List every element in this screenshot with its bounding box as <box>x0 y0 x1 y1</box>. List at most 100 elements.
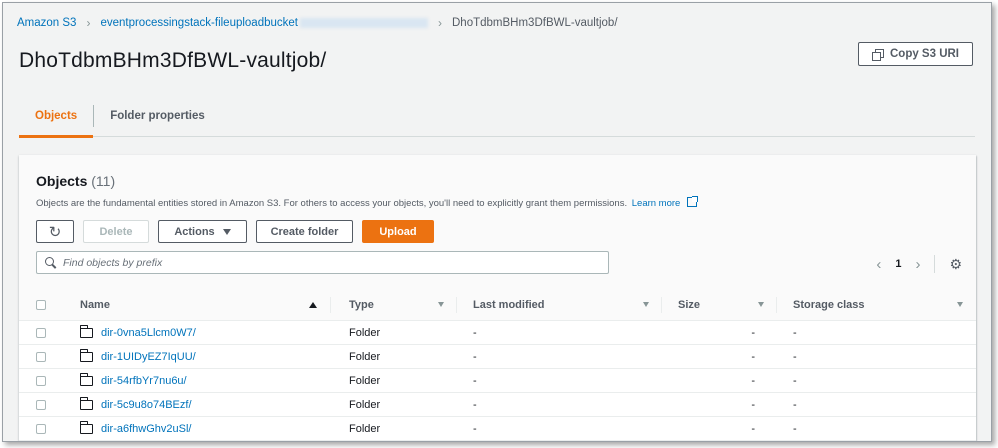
row-checkbox[interactable] <box>36 375 46 386</box>
breadcrumb-current: DhoTdbmBHm3DfBWL-vaultjob/ <box>452 17 618 29</box>
select-all-cell <box>19 288 68 321</box>
tab-folder-properties[interactable]: Folder properties <box>94 95 221 137</box>
folder-link[interactable]: dir-1UIDyEZ7IqUU/ <box>79 348 196 363</box>
folder-icon <box>79 372 93 386</box>
objects-heading-label: Objects <box>36 173 88 189</box>
size-cell: - <box>751 374 755 387</box>
folder-name: dir-a6fhwGhv2uSl/ <box>101 422 192 435</box>
chevron-right-icon: › <box>438 16 442 30</box>
row-select-cell <box>19 417 68 441</box>
tab-objects[interactable]: Objects <box>19 95 94 138</box>
storage-class-cell: - <box>793 350 797 363</box>
folder-icon <box>79 396 93 410</box>
row-select-cell <box>19 393 68 417</box>
table-header: Name Type Last modified Size Storage cla… <box>19 288 976 321</box>
actions-label: Actions <box>174 225 215 238</box>
sort-icon <box>438 302 444 307</box>
last-modified-cell: - <box>473 398 477 411</box>
folder-link[interactable]: dir-0vna5Llcm0W7/ <box>79 324 196 339</box>
size-cell: - <box>751 422 755 435</box>
external-link-icon <box>686 196 698 207</box>
folder-icon <box>79 348 93 362</box>
refresh-button[interactable]: ↻ <box>36 220 74 243</box>
page-number[interactable]: 1 <box>895 258 901 270</box>
search-input[interactable] <box>63 256 563 269</box>
gear-icon[interactable]: ⚙ <box>949 256 962 273</box>
column-size-label: Size <box>678 298 701 311</box>
name-cell: dir-1UIDyEZ7IqUU/ <box>68 345 331 369</box>
storage-class-cell: - <box>793 398 797 411</box>
type-cell: Folder <box>349 374 381 387</box>
objects-heading: Objects (11) <box>36 173 115 189</box>
search-icon <box>45 257 56 268</box>
type-cell: Folder <box>349 398 381 411</box>
objects-count: (11) <box>91 173 116 189</box>
pager-divider <box>934 255 936 273</box>
storage-class-cell: - <box>793 422 797 435</box>
folder-icon <box>79 324 93 338</box>
copy-s3-uri-label: Copy S3 URI <box>889 48 959 60</box>
row-checkbox[interactable] <box>36 351 46 362</box>
breadcrumb-bucket[interactable]: eventprocessingstack-fileuploadbucket <box>100 17 298 29</box>
search-box <box>36 251 609 274</box>
row-select-cell <box>19 369 68 393</box>
column-header-name[interactable]: Name <box>68 288 331 321</box>
breadcrumb-amazon-s3[interactable]: Amazon S3 <box>17 17 76 29</box>
last-modified-cell: - <box>473 326 477 339</box>
column-name-label: Name <box>80 298 110 311</box>
type-cell: Folder <box>349 422 381 435</box>
caret-down-icon <box>222 228 231 235</box>
tab-folder-properties-label: Folder properties <box>110 110 205 122</box>
copy-icon <box>871 49 884 61</box>
table-row: dir-0vna5Llcm0W7/ Folder - - - <box>19 321 976 345</box>
learn-more-link[interactable]: Learn more <box>632 198 681 209</box>
copy-s3-uri-button[interactable]: Copy S3 URI <box>857 42 973 66</box>
delete-button[interactable]: Delete <box>83 220 149 243</box>
folder-link[interactable]: dir-5c9u8o74BEzf/ <box>79 396 192 411</box>
chevron-left-icon[interactable]: ‹ <box>876 256 881 273</box>
chevron-right-icon: › <box>86 16 91 30</box>
table-row: dir-5c9u8o74BEzf/ Folder - - - <box>19 393 976 417</box>
upload-button[interactable]: Upload <box>362 220 434 243</box>
page-title: DhoTdbmBHm3DfBWL-vaultjob/ <box>19 49 327 72</box>
row-checkbox[interactable] <box>36 423 46 434</box>
actions-dropdown[interactable]: Actions <box>158 220 247 243</box>
folder-link[interactable]: dir-54rfbYr7nu6u/ <box>79 372 187 387</box>
folder-name: dir-0vna5Llcm0W7/ <box>101 326 196 339</box>
folder-name: dir-5c9u8o74BEzf/ <box>101 398 192 411</box>
folder-link[interactable]: dir-a6fhwGhv2uSl/ <box>79 420 192 435</box>
select-all-checkbox[interactable] <box>36 299 46 310</box>
column-header-last-modified[interactable]: Last modified <box>457 288 662 321</box>
redacted-text <box>300 18 428 28</box>
table-body: dir-0vna5Llcm0W7/ Folder - - - dir-1UIDy… <box>19 321 976 441</box>
chevron-right-icon[interactable]: › <box>915 256 920 273</box>
objects-toolbar: ↻ Delete Actions Create folder Upload <box>36 220 434 243</box>
pagination: ‹ 1 › ⚙ <box>876 255 962 273</box>
row-checkbox[interactable] <box>36 327 46 338</box>
create-folder-button[interactable]: Create folder <box>256 220 353 243</box>
column-header-type[interactable]: Type <box>331 288 457 321</box>
tab-objects-label: Objects <box>35 110 78 122</box>
sort-ascending-icon <box>309 301 317 308</box>
row-checkbox[interactable] <box>36 399 46 410</box>
refresh-icon: ↻ <box>48 223 62 241</box>
column-header-storage-class[interactable]: Storage class <box>777 288 976 321</box>
column-storage-class-label: Storage class <box>793 298 865 311</box>
name-cell: dir-54rfbYr7nu6u/ <box>68 369 331 393</box>
storage-class-cell: - <box>793 326 797 339</box>
name-cell: dir-0vna5Llcm0W7/ <box>68 321 331 345</box>
type-cell: Folder <box>349 350 381 363</box>
s3-console-window: Amazon S3 › eventprocessingstack-fileupl… <box>2 2 992 442</box>
objects-panel-header: Objects (11) Objects are the fundamental… <box>19 155 976 321</box>
name-cell: dir-5c9u8o74BEzf/ <box>68 393 331 417</box>
last-modified-cell: - <box>473 350 477 363</box>
tab-bar: Objects Folder properties <box>19 95 975 138</box>
last-modified-cell: - <box>473 422 477 435</box>
column-header-size[interactable]: Size <box>662 288 777 321</box>
size-cell: - <box>751 398 755 411</box>
folder-name: dir-1UIDyEZ7IqUU/ <box>101 350 196 363</box>
name-cell: dir-a6fhwGhv2uSl/ <box>68 417 331 441</box>
objects-panel: Objects (11) Objects are the fundamental… <box>19 155 976 441</box>
column-last-modified-label: Last modified <box>473 298 545 311</box>
objects-description-text: Objects are the fundamental entities sto… <box>36 198 628 209</box>
